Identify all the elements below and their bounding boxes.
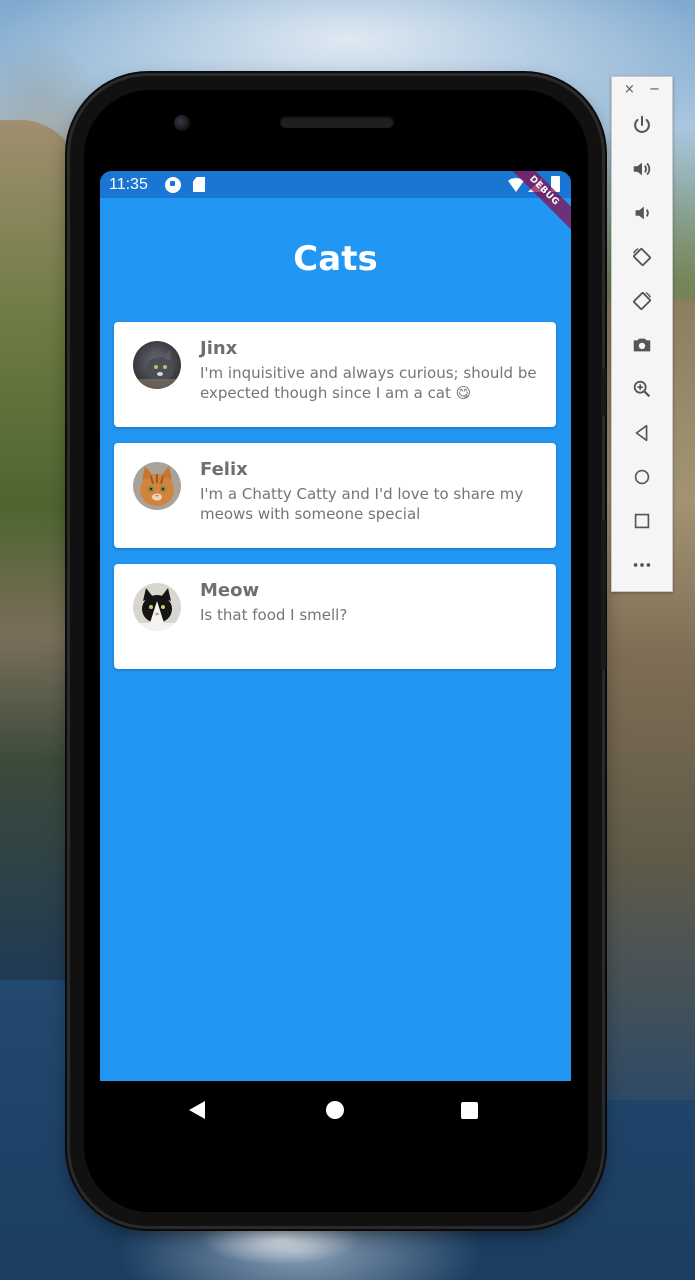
cat-description: I'm inquisitive and always curious; shou… [200,364,537,402]
home-icon [634,469,650,485]
earpiece-speaker [280,116,394,128]
avatar [133,583,181,631]
cat-card-meow[interactable]: Meow Is that food I smell? [114,564,556,669]
camera-icon [633,338,651,352]
rotate-left-button[interactable] [626,241,658,273]
cat-card-jinx[interactable]: Jinx I'm inquisitive and always curious;… [114,322,556,427]
rotate-right-icon [633,292,651,310]
home-icon[interactable] [326,1101,344,1119]
cat-description: I'm a Chatty Catty and I'd love to share… [200,485,524,523]
toolbar-minimize-button[interactable]: − [649,82,660,97]
toolbar-overview-button[interactable] [626,505,658,537]
volume-up-icon [633,162,651,176]
back-icon[interactable] [189,1101,205,1119]
volume-side-button[interactable] [601,520,606,670]
wallpaper-cliff-left [0,120,80,980]
zoom-button[interactable] [626,373,658,405]
desktop-wallpaper: 11:35 DEBUG Cats Jinx I'm inquisitive an… [0,0,695,1280]
avatar [133,462,181,510]
page-title: Cats [293,239,378,279]
grey-cat-photo-icon [133,341,181,389]
back-icon [635,424,648,442]
more-icon [633,563,651,567]
orange-tabby-cat-photo-icon [133,462,181,510]
status-bar: 11:35 [100,171,571,198]
toolbar-home-button[interactable] [626,461,658,493]
cat-card-felix[interactable]: Felix I'm a Chatty Catty and I'd love to… [114,443,556,548]
phone-screen: 11:35 DEBUG Cats Jinx I'm inquisitive an… [100,171,571,1081]
cat-description: Is that food I smell? [200,606,348,624]
overview-icon [634,513,650,529]
cat-name: Felix [200,459,248,480]
emulator-toolbar: × − [611,76,673,592]
rotate-left-icon [633,248,651,266]
notification-icon [165,177,181,193]
android-nav-bar [100,1081,571,1139]
cat-name: Jinx [200,338,238,359]
toolbar-back-button[interactable] [626,417,658,449]
recent-apps-icon[interactable] [461,1102,478,1119]
power-side-button[interactable] [601,368,606,416]
screenshot-button[interactable] [626,329,658,361]
sd-card-icon [193,177,205,192]
front-camera [174,115,190,131]
power-button[interactable] [626,109,658,141]
zoom-icon [633,380,651,398]
volume-down-button[interactable] [626,197,658,229]
power-icon [634,115,650,133]
volume-up-button[interactable] [626,153,658,185]
status-time: 11:35 [109,176,148,193]
more-button[interactable] [626,549,658,581]
volume-down-icon [635,206,649,220]
cat-list: Jinx I'm inquisitive and always curious;… [114,322,556,685]
avatar [133,341,181,389]
toolbar-window-controls: × − [612,77,672,105]
cat-name: Meow [200,580,260,601]
rotate-right-button[interactable] [626,285,658,317]
toolbar-close-button[interactable]: × [624,82,635,97]
black-white-cat-photo-icon [133,583,181,631]
